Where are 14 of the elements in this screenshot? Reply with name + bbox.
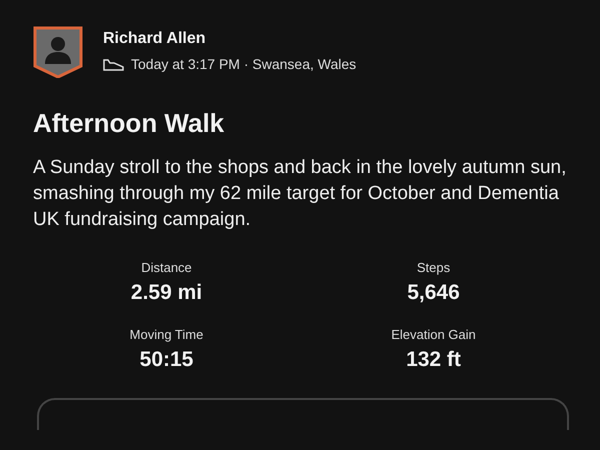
activity-description: A Sunday stroll to the shops and back in the lovely autumn sun, smashing through my 62 mile target for October and Dementia UK fundraising campaign.: [33, 156, 567, 232]
activity-meta: Today at 3:17 PM · Swansea, Wales: [131, 56, 356, 72]
stat-label: Distance: [141, 260, 192, 275]
avatar-badge-icon: [33, 26, 83, 78]
stat-label: Steps: [416, 260, 450, 275]
stat-value: 2.59 mi: [130, 280, 202, 305]
stat-label: Elevation Gain: [391, 326, 476, 342]
stat-value: 5,646: [407, 280, 460, 305]
stat-value: 132 ft: [406, 348, 461, 372]
stat-label: Moving Time: [130, 326, 204, 342]
stat-value: 50:15: [140, 348, 194, 372]
shoe-icon: [103, 58, 125, 70]
activity-title: Afternoon Walk: [33, 108, 226, 139]
athlete-name[interactable]: Richard Allen: [103, 30, 356, 48]
